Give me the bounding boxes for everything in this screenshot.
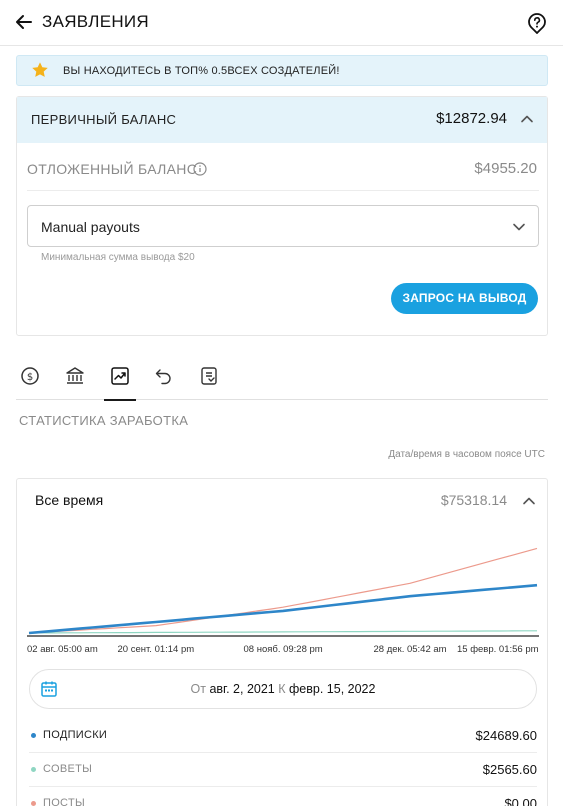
primary-balance-row[interactable]: ПЕРВИЧНЫЙ БАЛАНС $12872.94 — [17, 97, 547, 143]
x-axis-labels: 02 авг. 05:00 am 20 сент. 01:14 pm 08 нояб… — [27, 644, 539, 658]
earnings-stats-title: СТАТИСТИКА ЗАРАБОТКА — [19, 413, 189, 428]
range-from-date: авг. 2, 2021 — [209, 682, 275, 696]
legend-value: $24689.60 — [475, 728, 537, 743]
legend-dot — [31, 767, 36, 772]
date-range-text: От авг. 2, 2021 К февр. 15, 2022 — [30, 682, 536, 696]
app-header: ЗАЯВЛЕНИЯ — [0, 0, 563, 46]
x-tick-label: 15 февр. 01:56 pm — [457, 644, 539, 655]
svg-text:$: $ — [27, 372, 33, 383]
withdraw-request-button[interactable]: ЗАПРОС НА ВЫВОД — [391, 283, 538, 314]
bank-icon — [66, 367, 84, 384]
series-line-subscriptions — [28, 583, 538, 635]
period-total: $75318.14 — [440, 492, 507, 508]
timezone-note: Дата/время в часовом поясе UTC — [388, 449, 545, 460]
undo-icon — [155, 369, 171, 385]
legend-name: ПОДПИСКИ — [43, 729, 108, 741]
chevron-up-icon[interactable] — [520, 112, 534, 126]
series-line-tips — [28, 630, 537, 634]
tab-earnings[interactable]: $ — [16, 362, 44, 390]
payout-method-select[interactable]: Manual payouts — [27, 205, 539, 247]
legend-dot — [31, 733, 36, 738]
earnings-chart-card: Все время $75318.14 02 авг. 05:00 am 20 с… — [16, 478, 548, 806]
date-range-picker[interactable]: От авг. 2, 2021 К февр. 15, 2022 — [29, 669, 537, 709]
legend-value: $2565.60 — [482, 762, 537, 777]
tab-bank[interactable] — [61, 362, 89, 390]
statements-tabs: $ — [16, 358, 548, 401]
help-bubble-icon[interactable] — [526, 12, 548, 34]
legend-value: $0.00 — [504, 796, 537, 806]
dollar-circle-icon: $ — [21, 367, 39, 385]
tab-statistics[interactable] — [104, 362, 136, 401]
range-to-label: К — [278, 682, 286, 696]
arrow-left-icon[interactable] — [14, 12, 34, 32]
range-from-label: От — [190, 682, 206, 696]
chart-trend-icon — [111, 367, 129, 385]
info-icon[interactable] — [193, 162, 207, 176]
deferred-balance-amount: $4955.20 — [474, 160, 537, 177]
statement-icon — [201, 367, 217, 385]
earnings-line-chart — [27, 547, 539, 637]
legend-dot — [31, 801, 36, 806]
x-tick-label: 20 сент. 01:14 pm — [117, 644, 195, 655]
primary-balance-label: ПЕРВИЧНЫЙ БАЛАНС — [31, 112, 177, 127]
deferred-balance-row: ОТЛОЖЕННЫЙ БАЛАНС $4955.20 — [27, 153, 539, 191]
tab-refunds[interactable] — [150, 362, 178, 390]
page-title: ЗАЯВЛЕНИЯ — [42, 12, 149, 31]
legend-name: ПОСТЫ — [43, 797, 85, 806]
banner-text: ВЫ НАХОДИТЕСЬ В ТОП% 0.5ВСЕХ СОЗДАТЕЛЕЙ! — [63, 65, 340, 77]
balance-card: ПЕРВИЧНЫЙ БАЛАНС $12872.94 ОТЛОЖЕННЫЙ БА… — [16, 96, 548, 336]
top-creator-banner: ВЫ НАХОДИТЕСЬ В ТОП% 0.5ВСЕХ СОЗДАТЕЛЕЙ! — [16, 55, 548, 86]
payout-method-value: Manual payouts — [41, 219, 140, 235]
x-tick-label: 08 нояб. 09:28 pm — [243, 644, 323, 655]
deferred-balance-label: ОТЛОЖЕННЫЙ БАЛАНС — [27, 161, 198, 177]
period-label: Все время — [35, 492, 104, 508]
star-icon — [32, 62, 48, 77]
tab-statements[interactable] — [195, 362, 223, 390]
x-tick-label: 28 дек. 05:42 am — [373, 644, 447, 655]
legend-name: СОВЕТЫ — [43, 763, 93, 775]
chevron-down-icon — [513, 223, 525, 231]
legend-row-tips: СОВЕТЫ $2565.60 — [29, 753, 537, 787]
legend-row-posts: ПОСТЫ $0.00 — [29, 787, 537, 806]
min-withdraw-hint: Минимальная сумма вывода $20 — [41, 252, 195, 263]
chevron-up-icon[interactable] — [522, 494, 536, 508]
primary-balance-amount: $12872.94 — [436, 110, 507, 127]
range-to-date: февр. 15, 2022 — [289, 682, 376, 696]
legend-row-subscriptions: ПОДПИСКИ $24689.60 — [29, 719, 537, 753]
x-tick-label: 02 авг. 05:00 am — [27, 644, 98, 655]
